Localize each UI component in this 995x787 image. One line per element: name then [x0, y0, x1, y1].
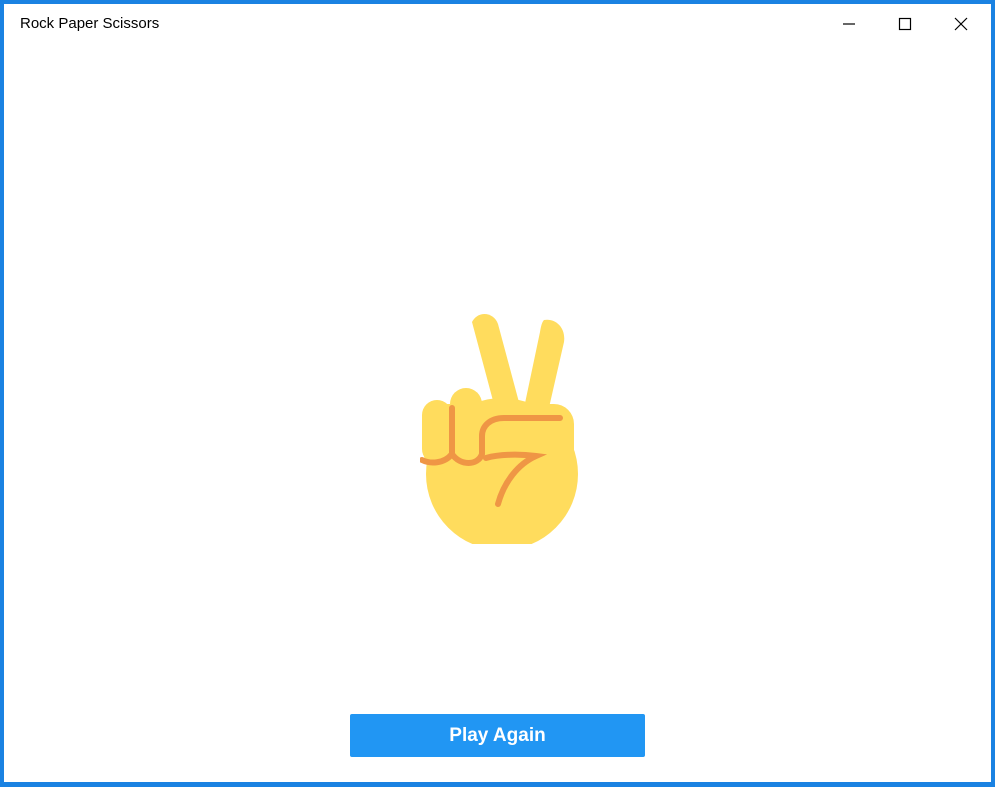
window-title: Rock Paper Scissors — [20, 15, 160, 32]
minimize-icon — [843, 23, 855, 25]
close-button[interactable] — [933, 4, 989, 44]
minimize-button[interactable] — [821, 4, 877, 44]
game-area: Play Again — [4, 44, 991, 782]
title-bar[interactable]: Rock Paper Scissors — [4, 4, 991, 44]
victory-hand-icon — [420, 313, 578, 544]
close-icon — [954, 17, 968, 31]
play-again-button[interactable]: Play Again — [350, 714, 645, 757]
maximize-button[interactable] — [877, 4, 933, 44]
maximize-icon — [898, 17, 912, 31]
app-window: Rock Paper Scissors Play Again — [4, 4, 991, 782]
